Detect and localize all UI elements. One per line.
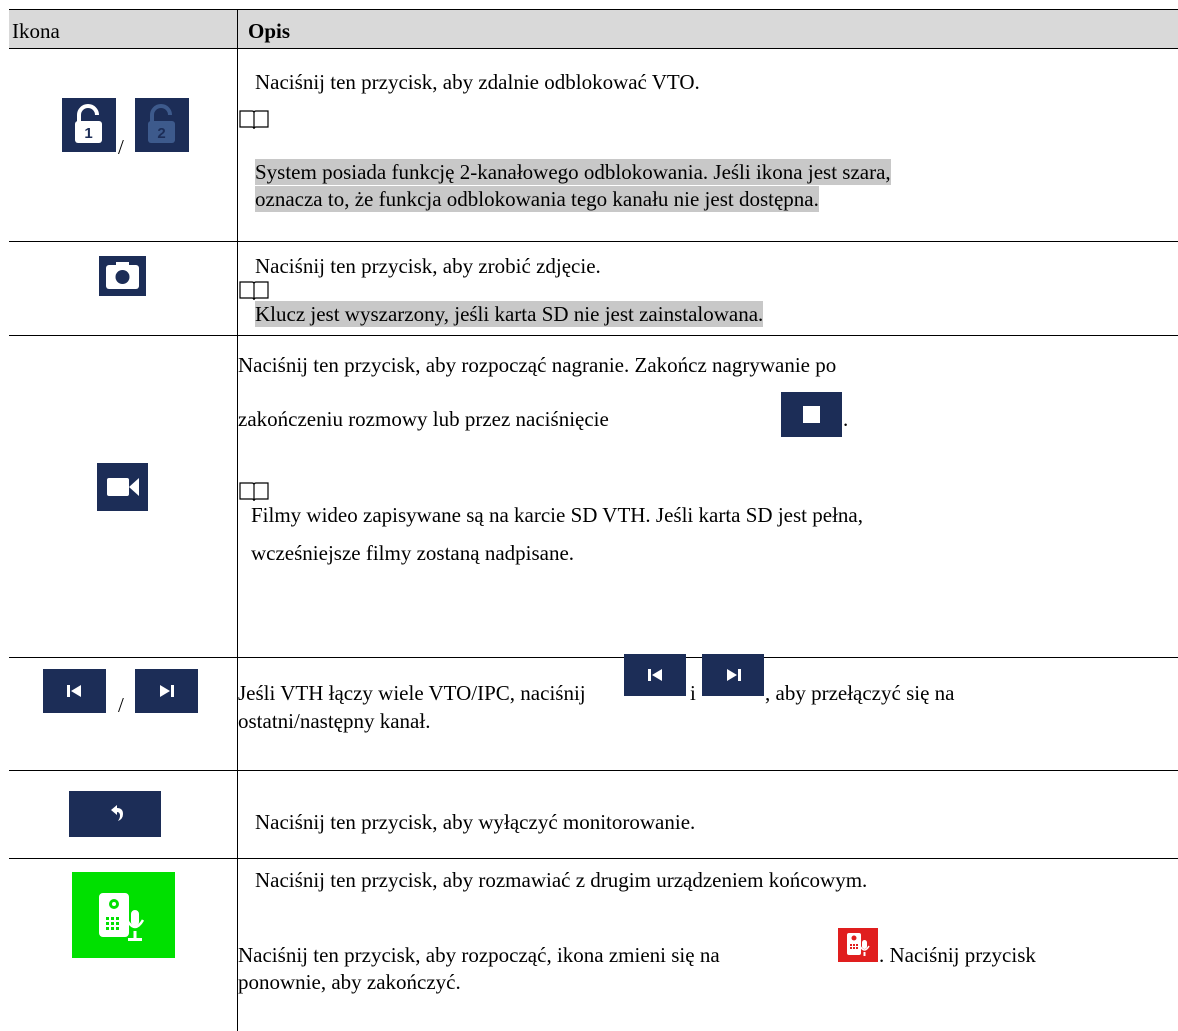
video-record-icon[interactable]	[97, 463, 148, 511]
talk-description-line-1: Naciśnij ten przycisk, aby rozmawiać z d…	[255, 868, 868, 892]
header-description-column: Opis	[248, 19, 291, 43]
unlock-description: Naciśnij ten przycisk, aby zdalnie odblo…	[255, 70, 700, 94]
switch-description-part-1: Jeśli VTH łączy wiele VTO/IPC, naciśnij	[238, 681, 586, 705]
note-book-icon	[239, 110, 269, 130]
next-channel-icon	[702, 654, 764, 696]
previous-channel-icon	[624, 654, 686, 696]
note-book-icon	[239, 281, 269, 301]
record-note-line-1: Filmy wideo zapisywane są na karcie SD V…	[251, 503, 863, 527]
back-description: Naciśnij ten przycisk, aby wyłączyć moni…	[255, 810, 696, 834]
unlock-note-line-1: System posiada funkcję 2-kanałowego odbl…	[255, 159, 891, 185]
talk-description-line-2: Naciśnij ten przycisk, aby rozpocząć, ik…	[238, 943, 720, 967]
talk-description-line-3: ponownie, aby zakończyć.	[238, 970, 461, 994]
previous-channel-icon[interactable]	[43, 669, 106, 713]
record-description-period: .	[843, 407, 849, 431]
switch-description-part-2: , aby przełączyć się na	[765, 681, 955, 705]
talk-icon[interactable]	[72, 872, 175, 958]
snapshot-note: Klucz jest wyszarzony, jeśli karta SD ni…	[255, 301, 764, 327]
icon-separator: /	[118, 135, 124, 159]
record-note-line-2: wcześniejsze filmy zostaną nadpisane.	[251, 541, 575, 565]
svg-text:2: 2	[157, 125, 165, 142]
back-icon[interactable]	[69, 791, 161, 837]
talk-description-part-2: . Naciśnij przycisk	[879, 943, 1036, 967]
record-description-line-1: Naciśnij ten przycisk, aby rozpocząć nag…	[238, 353, 837, 377]
unlock-channel-1-icon[interactable]: 1	[62, 98, 116, 152]
snapshot-camera-icon[interactable]	[99, 256, 146, 296]
table-header	[9, 9, 1178, 48]
record-description-line-2: zakończeniu rozmowy lub przez naciśnięci…	[238, 407, 609, 431]
talk-active-icon	[838, 928, 878, 962]
unlock-channel-2-icon[interactable]: 2	[135, 98, 189, 152]
header-icon-column: Ikona	[12, 19, 60, 43]
switch-description-and: i	[690, 681, 696, 705]
stop-record-icon	[781, 392, 842, 437]
snapshot-description: Naciśnij ten przycisk, aby zrobić zdjęci…	[255, 254, 601, 278]
svg-text:1: 1	[84, 125, 92, 142]
unlock-note-line-2: oznacza to, że funkcja odblokowania tego…	[255, 186, 819, 212]
next-channel-icon[interactable]	[135, 669, 198, 713]
icon-separator: /	[118, 693, 124, 717]
note-book-icon	[239, 482, 269, 502]
switch-description-line-2: ostatni/następny kanał.	[238, 709, 431, 733]
